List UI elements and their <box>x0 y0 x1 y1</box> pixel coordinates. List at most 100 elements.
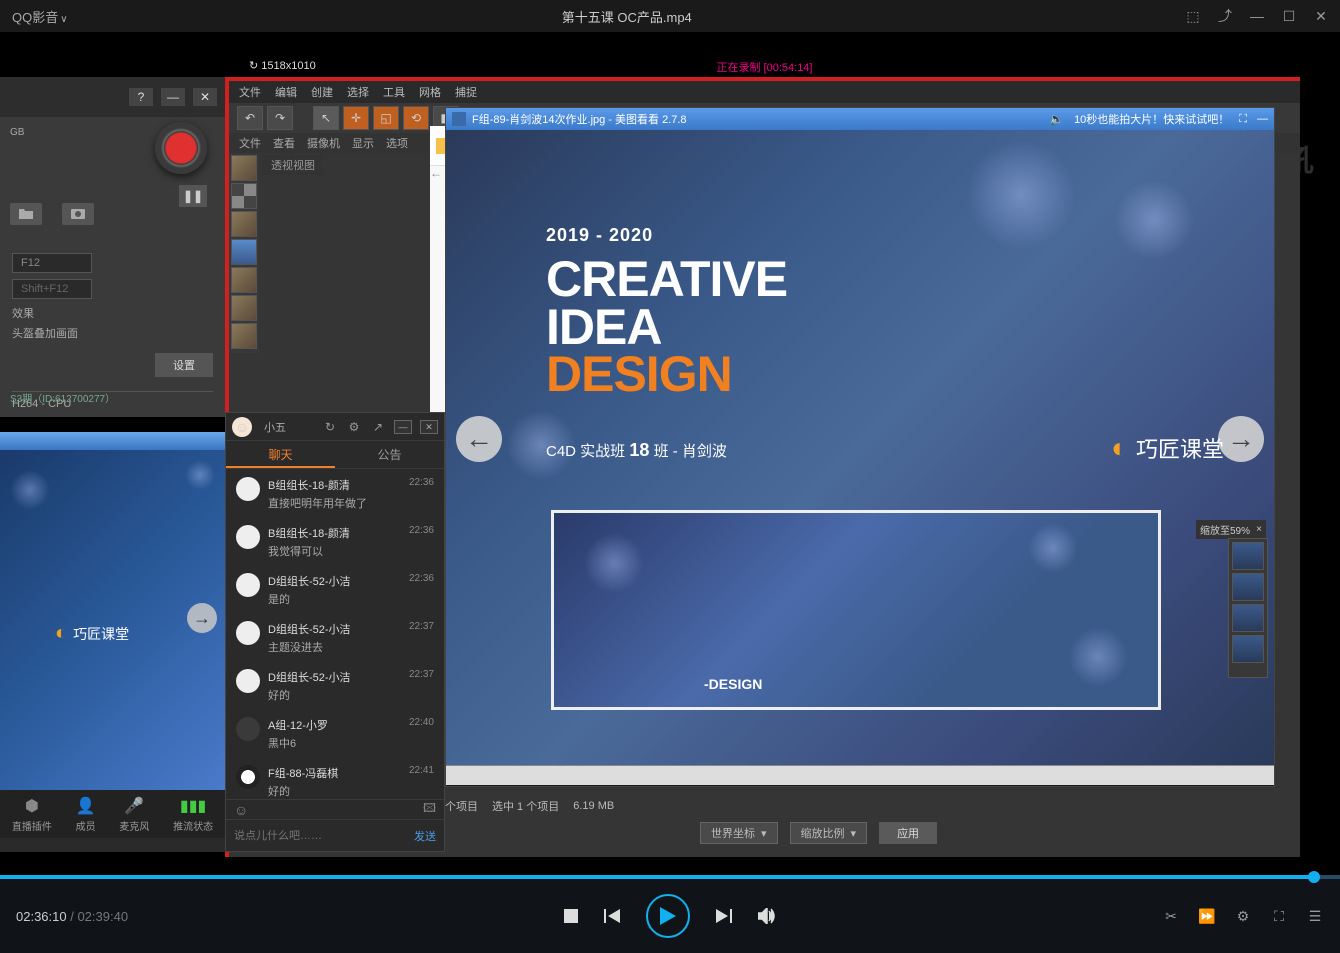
apply-button[interactable]: 应用 <box>879 822 937 844</box>
redo-tool[interactable]: ↷ <box>267 106 293 130</box>
folder-button[interactable] <box>10 203 42 225</box>
speed-button[interactable]: ⏩ <box>1198 907 1216 925</box>
artwork-line1: CREATIVE <box>546 256 787 304</box>
sound-icon[interactable]: 🔈 <box>1049 112 1064 126</box>
help-button[interactable]: ? <box>129 88 153 106</box>
vp-menu-view[interactable]: 查看 <box>273 135 295 151</box>
pause-button[interactable]: ❚❚ <box>179 185 207 207</box>
menu-file[interactable]: 文件 <box>239 84 261 100</box>
image-prev-button[interactable]: ← <box>456 416 502 462</box>
primitive-7[interactable] <box>231 323 257 349</box>
rotate-tool[interactable]: ⟲ <box>403 106 429 130</box>
refresh-icon[interactable]: ↻ <box>322 420 338 434</box>
scale-dropdown[interactable]: 缩放比例▾ <box>790 822 868 844</box>
app-name[interactable]: QQ影音∨ <box>12 7 68 26</box>
image-viewer-titlebar[interactable]: F组-89-肖剑波14次作业.jpg - 美图看看 2.7.8 🔈 10秒也能拍… <box>446 108 1274 130</box>
brand-logo: ◐ 巧匠课堂 <box>1111 432 1224 464</box>
session-id: S3期（ID:612700277） <box>10 390 115 405</box>
c4d-status-bar: 个项目 选中 1 个项目 6.19 MB <box>445 798 1045 814</box>
stop-button[interactable] <box>564 909 578 923</box>
maximize-button[interactable]: ☐ <box>1282 9 1296 23</box>
hotkey-f12[interactable]: F12 <box>12 253 92 273</box>
tab-announce[interactable]: 公告 <box>335 441 444 468</box>
thumbnail-item[interactable] <box>1232 573 1264 601</box>
hotkey-shift-f12[interactable]: Shift+F12 <box>12 279 92 299</box>
emoji-button[interactable]: ☺ <box>234 802 248 818</box>
settings-button[interactable]: 设置 <box>155 353 213 377</box>
rec-minimize-button[interactable]: — <box>161 88 185 106</box>
pip-icon[interactable]: ⬚ <box>1186 9 1200 23</box>
menu-tools[interactable]: 工具 <box>383 84 405 100</box>
members-button[interactable]: 👤成员 <box>76 796 96 833</box>
video-area: 微吼 ? — ✕ GB ❚❚ F12 Shift+F12 效果 头盔叠加画面 设… <box>0 32 1340 874</box>
primitive-3[interactable] <box>231 211 257 237</box>
chat-input[interactable] <box>234 830 406 842</box>
preview-titlebar[interactable] <box>0 432 225 450</box>
select-tool[interactable]: ↖ <box>313 106 339 130</box>
thumbnail-item[interactable] <box>1232 604 1264 632</box>
playlist-button[interactable]: ☰ <box>1306 907 1324 925</box>
camera-button[interactable] <box>62 203 94 225</box>
settings-button[interactable]: ⚙ <box>1234 907 1252 925</box>
coord-system-dropdown[interactable]: 世界坐标▾ <box>700 822 778 844</box>
preview-next-button[interactable]: → <box>187 603 217 633</box>
player-bar: 02:36:10 / 02:39:40 ✂ ⏩ ⚙ ⛶ ☰ <box>0 875 1340 953</box>
viewer-expand-button[interactable]: ⛶ <box>1239 113 1247 126</box>
tab-chat[interactable]: 聊天 <box>226 441 335 468</box>
chat-header-avatar[interactable]: ☺ <box>232 417 252 437</box>
vp-menu-options[interactable]: 选项 <box>386 135 408 151</box>
fullscreen-button[interactable]: ⛶ <box>1270 907 1288 925</box>
attach-icon[interactable]: 🖾 <box>423 799 436 820</box>
artwork-subtitle: C4D 实战班 18 班 - 肖剑波 <box>546 440 727 461</box>
volume-button[interactable] <box>758 908 776 924</box>
pin-icon[interactable]: ⤴ <box>1218 9 1232 23</box>
stream-plugin-button[interactable]: ⬢直播插件 <box>12 796 52 833</box>
chat-message: D组组长-52-小洁主题没进去22:37 <box>236 621 434 655</box>
next-button[interactable] <box>716 909 732 923</box>
menu-select[interactable]: 选择 <box>347 84 369 100</box>
checker-tool[interactable] <box>231 183 257 209</box>
chat-message: D组组长-52-小洁好的22:37 <box>236 669 434 703</box>
image-viewer-footer <box>446 765 1274 785</box>
scale-tool[interactable]: ◱ <box>373 106 399 130</box>
image-next-button[interactable]: → <box>1218 416 1264 462</box>
vp-menu-camera[interactable]: 摄像机 <box>307 135 340 151</box>
undo-tool[interactable]: ↶ <box>237 106 263 130</box>
cube-primitive[interactable] <box>231 155 257 181</box>
window-title: 第十五课 OC产品.mp4 <box>68 7 1186 26</box>
zoom-close-icon[interactable]: × <box>1256 524 1262 535</box>
move-tool[interactable]: ✛ <box>343 106 369 130</box>
c4d-side-toolbar <box>229 153 259 353</box>
time-display: 02:36:10 / 02:39:40 <box>16 909 128 924</box>
gear-icon[interactable]: ⚙ <box>346 420 362 434</box>
chat-body[interactable]: B组组长-18-颜清直接吧明年用年做了22:36 B组组长-18-颜清我觉得可以… <box>226 469 444 799</box>
artwork-text: 2019 - 2020 CREATIVE IDEA DESIGN <box>546 225 787 399</box>
play-button[interactable] <box>646 894 690 938</box>
send-button[interactable]: 发送 <box>414 828 436 844</box>
snapshot-button[interactable]: ✂ <box>1162 907 1180 925</box>
close-button[interactable]: ✕ <box>1314 9 1328 23</box>
share-icon[interactable]: ↗ <box>370 420 386 434</box>
primitive-5[interactable] <box>231 267 257 293</box>
prev-button[interactable] <box>604 909 620 923</box>
menu-snap[interactable]: 捕捉 <box>455 84 477 100</box>
viewer-min-button[interactable]: — <box>1257 113 1268 125</box>
menu-edit[interactable]: 编辑 <box>275 84 297 100</box>
minimize-button[interactable]: — <box>1250 9 1264 23</box>
thumbnail-item[interactable] <box>1232 542 1264 570</box>
record-button[interactable] <box>155 122 207 174</box>
primitive-6[interactable] <box>231 295 257 321</box>
chat-close-button[interactable]: ✕ <box>420 420 438 434</box>
window-controls: ⬚ ⤴ — ☐ ✕ <box>1186 9 1328 23</box>
rec-close-button[interactable]: ✕ <box>193 88 217 106</box>
chat-message: D组组长-52-小洁是的22:36 <box>236 573 434 607</box>
thumbnail-item[interactable] <box>1232 635 1264 663</box>
menu-mesh[interactable]: 网格 <box>419 84 441 100</box>
primitive-4[interactable] <box>231 239 257 265</box>
microphone-button[interactable]: 🎤麦克风 <box>119 796 149 833</box>
chat-minimize-button[interactable]: — <box>394 420 412 434</box>
menu-create[interactable]: 创建 <box>311 84 333 100</box>
vp-menu-file[interactable]: 文件 <box>239 135 261 151</box>
stream-status-button[interactable]: ▮▮▮推流状态 <box>173 796 213 833</box>
vp-menu-display[interactable]: 显示 <box>352 135 374 151</box>
